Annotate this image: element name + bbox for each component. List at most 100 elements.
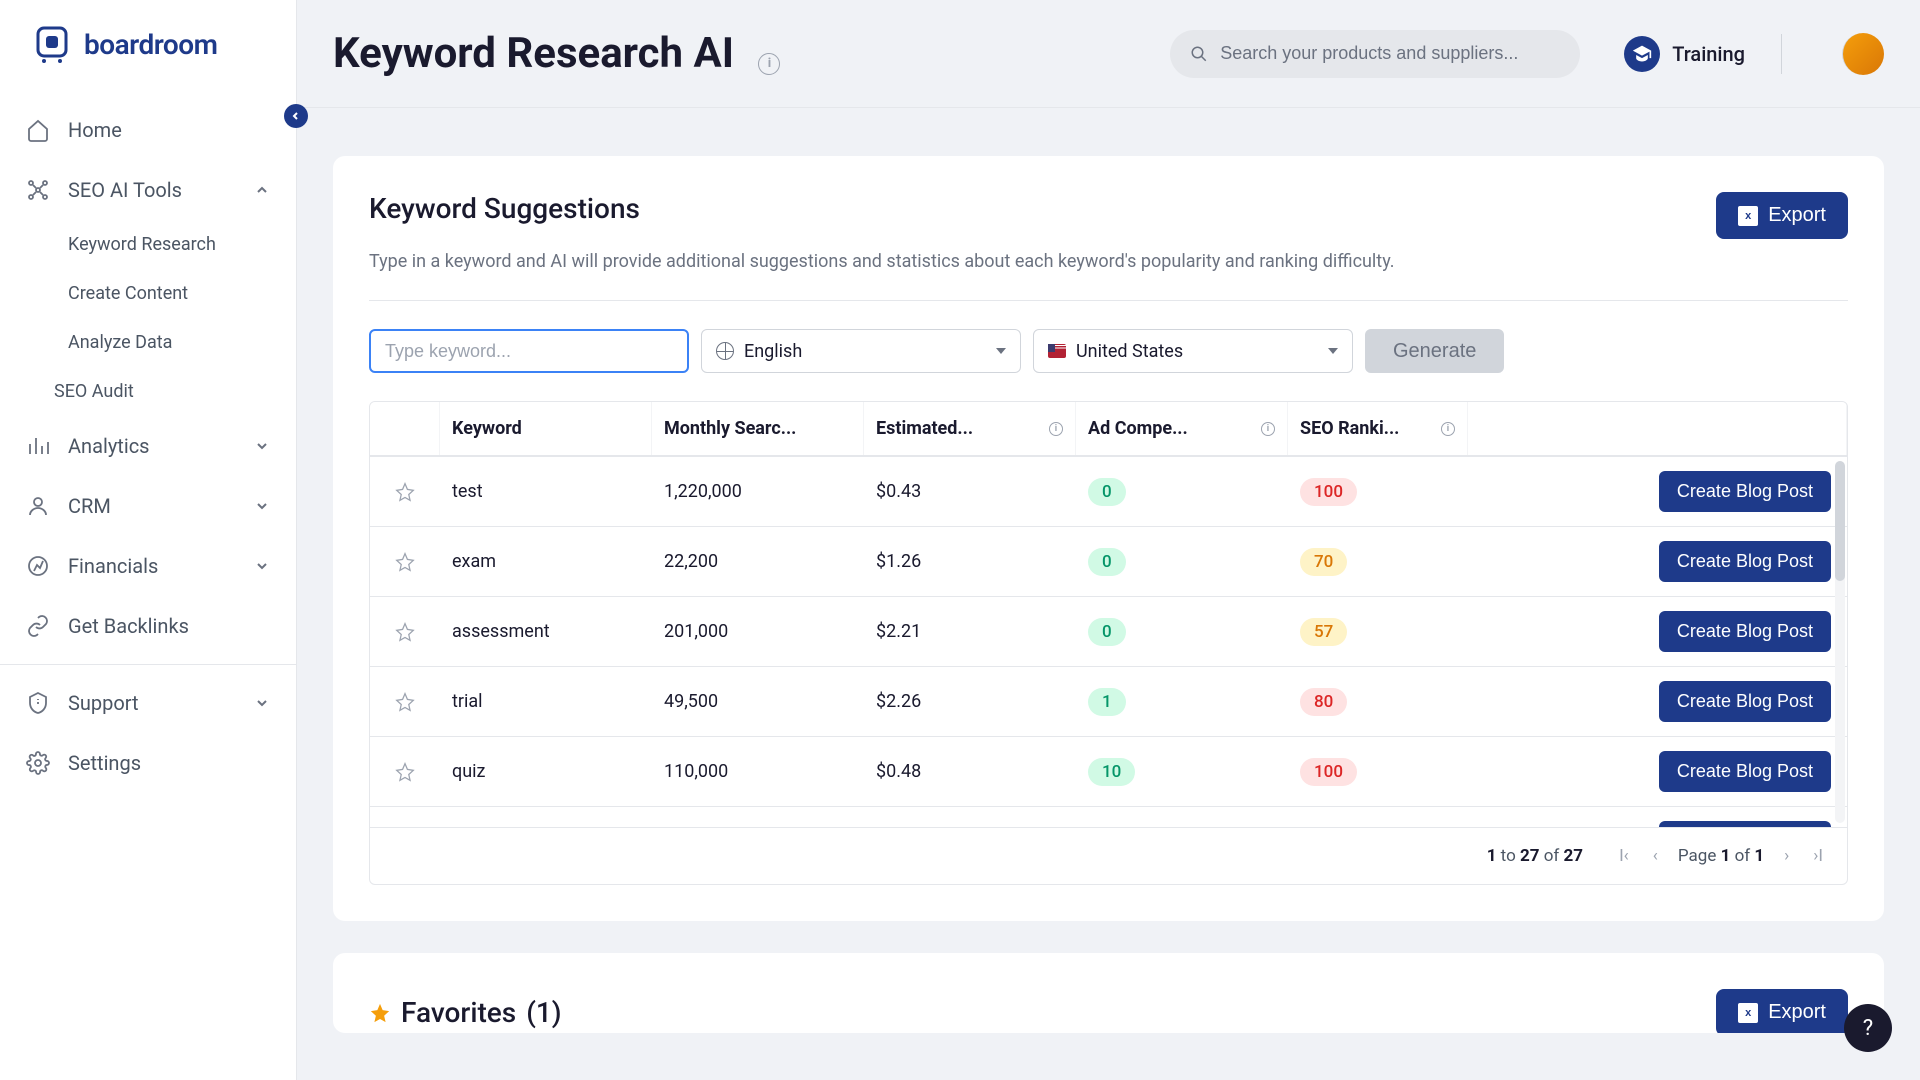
cell-cpc: $2.21 [864,607,1076,656]
generate-button[interactable]: Generate [1365,329,1504,373]
info-icon[interactable]: i [1049,422,1063,436]
info-icon[interactable]: i [1261,422,1275,436]
user-avatar[interactable] [1842,33,1884,75]
cell-searches: 1,220,000 [652,467,864,516]
favorite-toggle[interactable] [370,538,440,586]
table-footer: 1 to 27 of 27 I‹ ‹ Page 1 of 1 › ›I [370,827,1847,884]
favorite-toggle[interactable] [370,818,440,828]
cell-searches: 49,500 [652,677,864,726]
sub-analyze-data[interactable]: Analyze Data [40,318,296,367]
th-keyword[interactable]: Keyword [440,402,652,455]
cell-cpc: $1.26 [864,537,1076,586]
cell-ad-competition: 0 [1076,604,1288,660]
table-row: exam22,200$1.26070Create Blog Post [370,527,1847,597]
nav-crm-label: CRM [68,494,111,518]
table-body[interactable]: test1,220,000$0.430100Create Blog Postex… [370,457,1847,827]
table-row: examination14,800$1.92064Create Blog Pos… [370,807,1847,827]
chevron-down-icon [254,695,270,711]
cell-keyword: quiz [440,747,652,796]
last-page-button[interactable]: ›I [1809,842,1827,870]
topbar: Keyword Research AI i Training [297,0,1920,108]
sub-create-content[interactable]: Create Content [40,269,296,318]
cell-keyword: exam [440,537,652,586]
favorite-toggle[interactable] [370,748,440,796]
favorite-toggle[interactable] [370,608,440,656]
create-blog-post-button[interactable]: Create Blog Post [1659,611,1831,652]
nav-settings[interactable]: Settings [0,733,296,793]
cell-ad-competition: 0 [1076,464,1288,520]
help-fab[interactable]: ? [1844,1004,1892,1052]
logo[interactable]: boardroom [0,0,296,92]
excel-icon: x [1738,1003,1758,1023]
cell-keyword: trial [440,677,652,726]
cell-keyword: test [440,467,652,516]
link-icon [26,614,50,638]
favorite-toggle[interactable] [370,468,440,516]
us-flag-icon [1048,344,1066,358]
info-icon[interactable]: i [1441,422,1455,436]
sub-seo-audit[interactable]: SEO Audit [40,367,296,416]
nav-backlinks-label: Get Backlinks [68,614,189,638]
nav-support-label: Support [68,691,139,715]
cell-cpc: $0.43 [864,467,1076,516]
prev-page-button[interactable]: ‹ [1649,842,1662,870]
sub-keyword-research[interactable]: Keyword Research [40,220,296,269]
divider [1781,34,1782,74]
cell-seo-ranking: 70 [1288,534,1468,590]
table-header: Keyword Monthly Searc... Estimated...i A… [370,402,1847,457]
search-icon [1190,45,1208,63]
finance-icon [26,554,50,578]
th-estimated-cpc[interactable]: Estimated...i [864,402,1076,455]
nav-home-label: Home [68,118,122,142]
nav-crm[interactable]: CRM [0,476,296,536]
home-icon [26,118,50,142]
export-button[interactable]: x Export [1716,192,1848,239]
cell-cpc: $2.26 [864,677,1076,726]
th-ad-competition[interactable]: Ad Compe...i [1076,402,1288,455]
first-page-button[interactable]: I‹ [1615,842,1633,870]
card-description: Type in a keyword and AI will provide ad… [369,251,1848,272]
sidebar: boardroom Home SEO AI Tools Keyword Rese… [0,0,297,1080]
user-icon [26,494,50,518]
nav-home[interactable]: Home [0,100,296,160]
th-monthly-searches[interactable]: Monthly Searc... [652,402,864,455]
th-favorite [370,402,440,455]
favorites-export-button[interactable]: x Export [1716,989,1848,1033]
training-button[interactable]: Training [1624,36,1745,72]
cell-searches: 110,000 [652,747,864,796]
country-select[interactable]: United States [1033,329,1353,373]
create-blog-post-button[interactable]: Create Blog Post [1659,751,1831,792]
cell-ad-competition: 0 [1076,814,1288,828]
language-select[interactable]: English [701,329,1021,373]
sidebar-collapse-button[interactable] [284,104,308,128]
global-search[interactable] [1170,30,1580,78]
keyword-input[interactable] [369,329,689,373]
scrollbar[interactable] [1835,461,1845,823]
create-blog-post-button[interactable]: Create Blog Post [1659,541,1831,582]
th-seo-ranking[interactable]: SEO Ranki...i [1288,402,1468,455]
create-blog-post-button[interactable]: Create Blog Post [1659,681,1831,722]
favorite-toggle[interactable] [370,678,440,726]
gear-icon [26,751,50,775]
chevron-down-icon [254,558,270,574]
global-search-input[interactable] [1220,43,1560,64]
nav-backlinks[interactable]: Get Backlinks [0,596,296,656]
cell-keyword: assessment [440,607,652,656]
nav-analytics[interactable]: Analytics [0,416,296,476]
nav-seo-tools[interactable]: SEO AI Tools [0,160,296,220]
controls-row: English United States Generate [369,329,1848,373]
nav-support[interactable]: Support [0,673,296,733]
cell-cpc: $0.48 [864,747,1076,796]
create-blog-post-button[interactable]: Create Blog Post [1659,821,1831,827]
next-page-button[interactable]: › [1780,842,1793,870]
info-icon[interactable]: i [758,53,780,75]
cell-cpc: $1.92 [864,817,1076,827]
scrollbar-thumb[interactable] [1835,461,1845,581]
nav-financials[interactable]: Financials [0,536,296,596]
excel-icon: x [1738,206,1758,226]
country-value: United States [1076,341,1183,362]
page-title-text: Keyword Research AI [333,29,734,78]
favorites-title: Favorites (1) [369,996,562,1029]
create-blog-post-button[interactable]: Create Blog Post [1659,471,1831,512]
divider [369,300,1848,301]
